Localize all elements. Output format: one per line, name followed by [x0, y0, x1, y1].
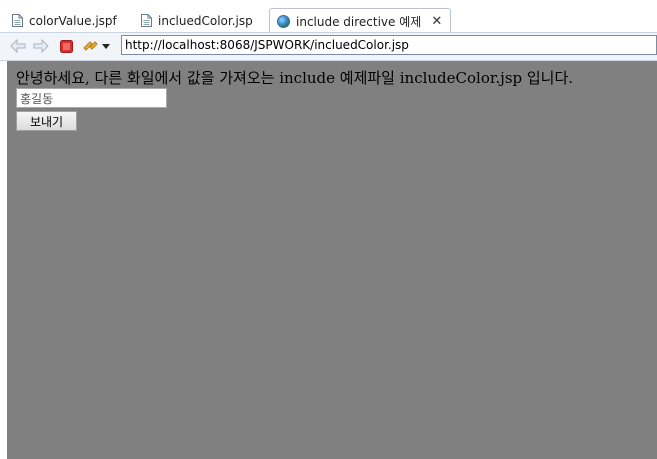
- send-button[interactable]: 보내기: [16, 111, 77, 131]
- chevron-down-icon: [102, 43, 110, 49]
- refresh-button[interactable]: [82, 38, 98, 54]
- file-icon: [141, 14, 152, 27]
- arrow-right-icon: [33, 39, 49, 53]
- close-icon[interactable]: ✕: [431, 14, 442, 29]
- file-icon: [12, 14, 23, 27]
- tab-label: incluedColor.jsp: [158, 13, 253, 28]
- tab-colorvalue[interactable]: colorValue.jspf: [12, 9, 117, 32]
- globe-icon: [277, 14, 290, 28]
- stop-button[interactable]: [58, 38, 74, 54]
- history-dropdown[interactable]: [100, 38, 112, 54]
- arrow-left-icon: [10, 39, 26, 53]
- tab-bar: colorValue.jspf incluedColor.jsp include…: [0, 0, 657, 33]
- back-button[interactable]: [10, 38, 26, 54]
- page-message: 안녕하세요, 다른 화일에서 값을 가져오는 include 예제파일 incl…: [16, 69, 574, 87]
- tab-label: colorValue.jspf: [29, 13, 117, 28]
- url-input[interactable]: http://localhost:8068/JSPWORK/incluedCol…: [121, 35, 657, 55]
- tab-label: include directive 예제: [296, 14, 422, 29]
- name-input[interactable]: [16, 88, 167, 108]
- left-edge: [0, 61, 7, 459]
- refresh-icon: [83, 41, 98, 51]
- forward-button[interactable]: [33, 38, 49, 54]
- tab-incluedcolor[interactable]: incluedColor.jsp: [141, 9, 253, 32]
- page-content: 안녕하세요, 다른 화일에서 값을 가져오는 include 예제파일 incl…: [7, 61, 657, 459]
- stop-icon: [59, 39, 73, 53]
- tab-include-directive[interactable]: include directive 예제 ✕: [269, 8, 452, 33]
